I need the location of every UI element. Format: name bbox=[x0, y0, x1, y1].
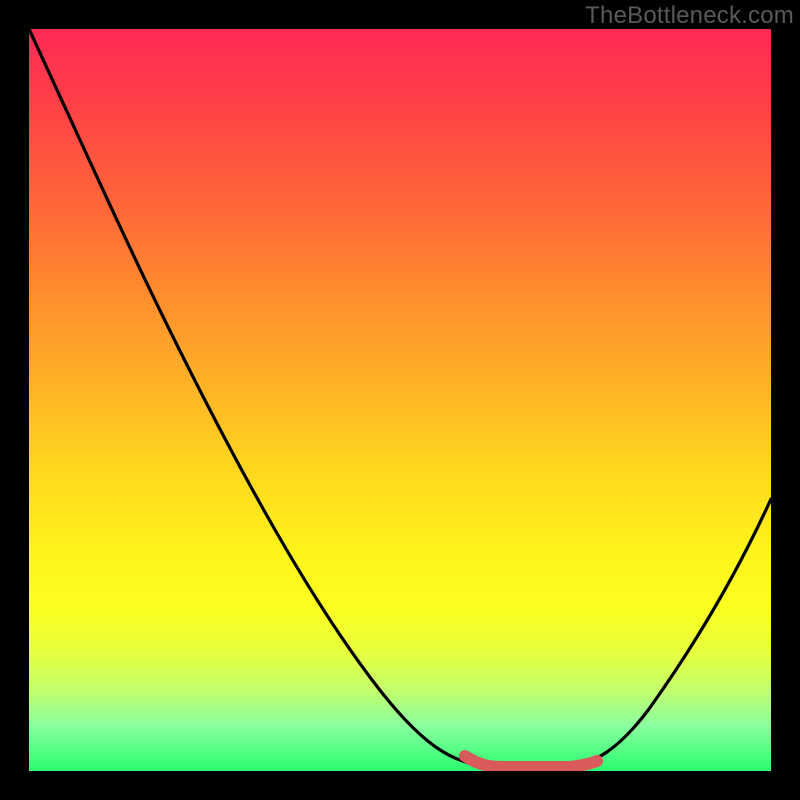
chart-container: TheBottleneck.com bbox=[0, 0, 800, 800]
curve-path bbox=[29, 29, 771, 767]
sweet-spot-path bbox=[465, 756, 597, 767]
watermark-text: TheBottleneck.com bbox=[585, 2, 794, 30]
bottleneck-curve bbox=[29, 29, 771, 771]
plot-area bbox=[29, 29, 771, 771]
